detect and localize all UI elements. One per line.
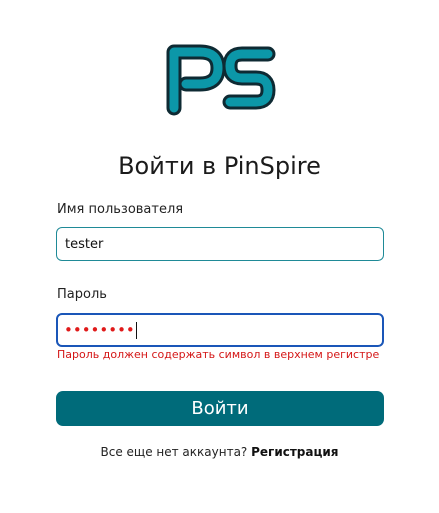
username-label: Имя пользователя [57, 202, 184, 217]
ps-logo-icon [166, 44, 276, 116]
password-input[interactable]: •••••••• [56, 313, 384, 347]
signup-prompt: Все еще нет аккаунта? Регистрация [0, 444, 439, 460]
password-label: Пароль [57, 287, 107, 302]
username-input[interactable] [56, 227, 384, 261]
text-caret [135, 321, 137, 339]
page-title: Войти в PinSpire [118, 152, 321, 180]
password-mask: •••••••• [64, 320, 135, 339]
pinspire-logo [160, 42, 280, 116]
login-button[interactable]: Войти [56, 391, 384, 426]
signup-link[interactable]: Регистрация [251, 445, 338, 459]
password-error-message: Пароль должен содержать символ в верхнем… [57, 348, 380, 361]
signup-prompt-text: Все еще нет аккаунта? [100, 445, 248, 459]
